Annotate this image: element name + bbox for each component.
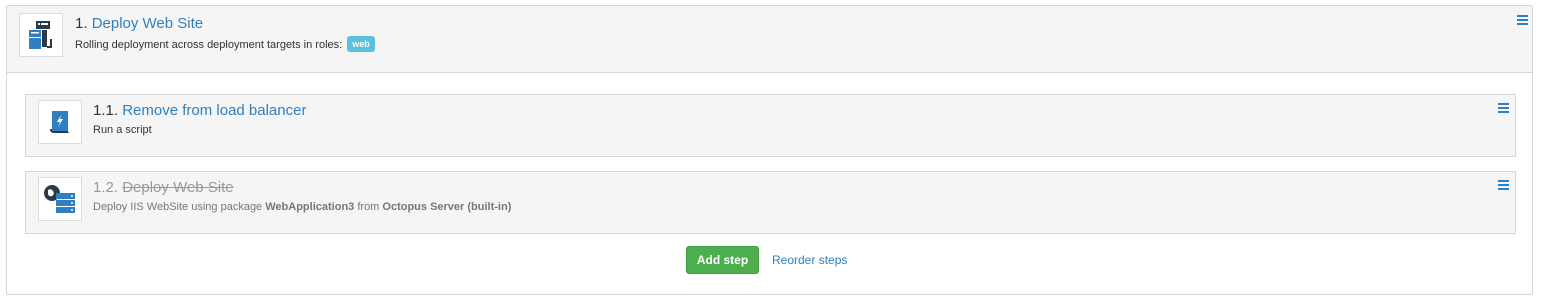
child-step-2-description-prefix: Deploy IIS WebSite using package (93, 201, 263, 213)
hamburger-menu-icon[interactable] (1498, 180, 1509, 190)
parent-step-description-text: Rolling deployment across deployment tar… (75, 39, 343, 51)
parent-step-name-link[interactable]: Deploy Web Site (92, 15, 203, 32)
child-step-2: 1.2. Deploy Web Site Deploy IIS WebSite … (25, 171, 1516, 234)
child-step-1-number: 1.1. (93, 102, 119, 119)
parent-step-header: 1. Deploy Web Site Rolling deployment ac… (7, 6, 1532, 73)
child-step-2-description: Deploy IIS WebSite using package WebAppl… (93, 200, 511, 214)
child-step-1-description: Run a script (93, 124, 152, 136)
deployment-process-panel: 1. Deploy Web Site Rolling deployment ac… (6, 5, 1533, 295)
child-step-1: 1.1. Remove from load balancer Run a scr… (25, 94, 1516, 157)
hamburger-menu-icon[interactable] (1517, 15, 1528, 25)
child-step-2-package: WebApplication3 (265, 201, 355, 213)
child-step-2-name-link[interactable]: Deploy Web Site (122, 179, 233, 196)
child-step-2-feed: Octopus Server (built-in) (382, 201, 512, 213)
child-step-1-title: 1.1. Remove from load balancer (93, 102, 306, 120)
add-step-button[interactable]: Add step (686, 246, 759, 274)
rolling-deploy-icon (19, 13, 63, 57)
script-icon (38, 100, 82, 144)
reorder-steps-link[interactable]: Reorder steps (772, 253, 847, 267)
parent-step-title: 1. Deploy Web Site (75, 15, 203, 33)
child-step-2-description-middle: from (357, 201, 380, 213)
child-step-2-title: 1.2. Deploy Web Site (93, 179, 234, 197)
child-step-1-name-link[interactable]: Remove from load balancer (122, 102, 306, 119)
hamburger-menu-icon[interactable] (1498, 103, 1509, 113)
role-badge: web (347, 36, 375, 52)
child-step-2-number: 1.2. (93, 179, 119, 196)
iis-website-icon (38, 177, 82, 221)
parent-step-description: Rolling deployment across deployment tar… (75, 36, 375, 52)
parent-step-number: 1. (75, 15, 88, 32)
